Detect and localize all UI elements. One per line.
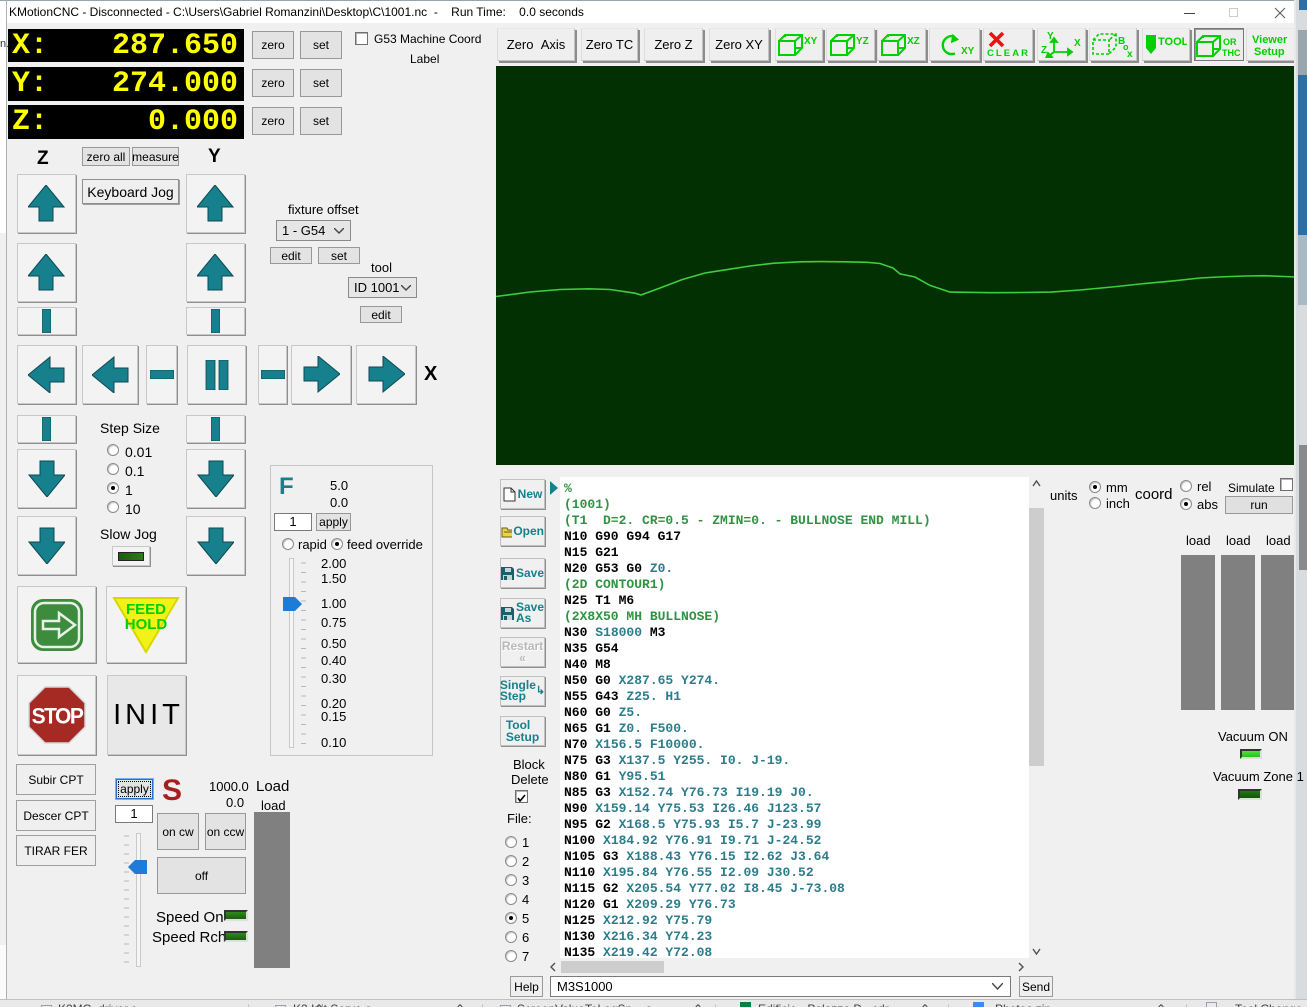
svg-text:THC: THC (1222, 48, 1241, 58)
svg-text:Viewer: Viewer (1252, 34, 1288, 46)
svg-text:YZ: YZ (856, 36, 869, 47)
svg-text:OR: OR (1223, 37, 1237, 47)
svg-text:Z: Z (1041, 45, 1047, 56)
svg-text:XY: XY (961, 46, 975, 57)
svg-text:STOP: STOP (31, 704, 83, 729)
svg-text:Setup: Setup (1254, 46, 1285, 58)
svg-text:XY: XY (804, 36, 818, 47)
svg-text:TOOL: TOOL (1158, 36, 1187, 48)
svg-text:x: x (1127, 49, 1133, 58)
svg-text:HOLD: HOLD (125, 616, 168, 633)
svg-text:CLEAR: CLEAR (987, 48, 1028, 58)
svg-text:X: X (1074, 38, 1081, 49)
svg-text:XZ: XZ (907, 36, 920, 47)
svg-text:Y: Y (1047, 31, 1054, 42)
